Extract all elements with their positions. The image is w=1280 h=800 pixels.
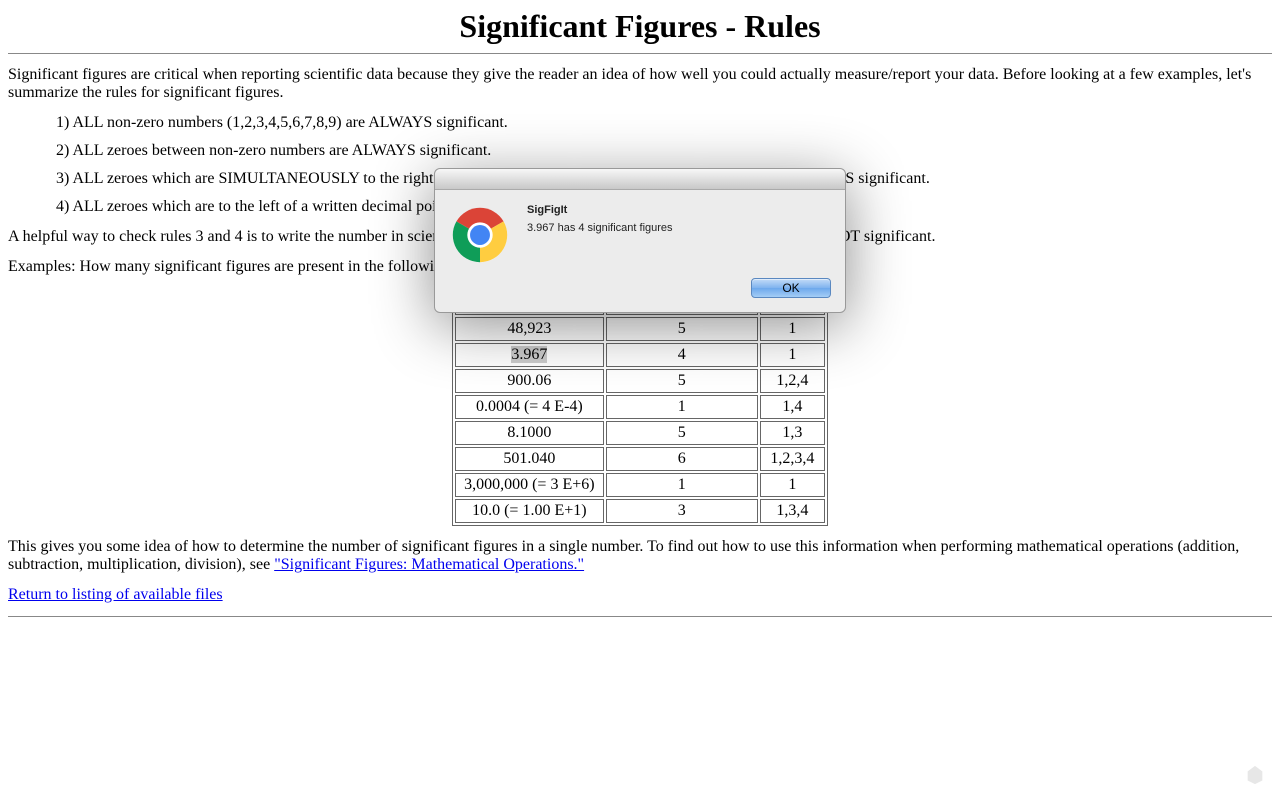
table-cell-rules: 1,3 (760, 421, 825, 445)
table-cell-sigfigs: 5 (606, 369, 758, 393)
dialog-text: SigFigIt 3.967 has 4 significant figures (527, 204, 829, 264)
alert-dialog: SigFigIt 3.967 has 4 significant figures… (434, 168, 846, 313)
table-cell-sigfigs: 5 (606, 421, 758, 445)
divider (8, 53, 1272, 54)
table-row: 501.040 6 1,2,3,4 (455, 447, 825, 471)
sigfigs-table: Number # Significant Figures Rule(s) 48,… (452, 288, 828, 526)
divider (8, 616, 1272, 617)
table-cell-rules: 1,2,4 (760, 369, 825, 393)
table-cell-sigfigs: 3 (606, 499, 758, 523)
dialog-titlebar (435, 169, 845, 190)
table-row: 10.0 (= 1.00 E+1) 3 1,3,4 (455, 499, 825, 523)
table-cell-sigfigs: 6 (606, 447, 758, 471)
table-cell-number: 501.040 (455, 447, 603, 471)
table-cell-rules: 1,4 (760, 395, 825, 419)
chrome-icon (451, 206, 509, 264)
return-link[interactable]: Return to listing of available files (8, 586, 223, 603)
dialog-buttons: OK (435, 274, 845, 312)
page-title: Significant Figures - Rules (8, 8, 1272, 45)
table-row: 8.1000 5 1,3 (455, 421, 825, 445)
rule-item: 2) ALL zeroes between non-zero numbers a… (56, 142, 1272, 160)
closing-text: This gives you some idea of how to deter… (8, 538, 1239, 573)
table-cell-rules: 1,3,4 (760, 499, 825, 523)
intro-paragraph: Significant figures are critical when re… (8, 66, 1272, 102)
table-cell-sigfigs: 1 (606, 395, 758, 419)
table-cell-number: 10.0 (= 1.00 E+1) (455, 499, 603, 523)
ok-button[interactable]: OK (751, 278, 831, 298)
table-row: 3,000,000 (= 3 E+6) 1 1 (455, 473, 825, 497)
math-operations-link[interactable]: "Significant Figures: Mathematical Opera… (274, 556, 584, 573)
table-row: 900.06 5 1,2,4 (455, 369, 825, 393)
table-cell-rules: 1 (760, 473, 825, 497)
evernote-clipper-icon[interactable] (1244, 764, 1266, 786)
dialog-message: 3.967 has 4 significant figures (527, 222, 829, 234)
rule-item: 1) ALL non-zero numbers (1,2,3,4,5,6,7,8… (56, 114, 1272, 132)
table-cell-number: 3,000,000 (= 3 E+6) (455, 473, 603, 497)
table-cell-sigfigs: 5 (606, 317, 758, 341)
table-cell-rules: 1 (760, 317, 825, 341)
table-cell-number: 900.06 (455, 369, 603, 393)
table-cell-rules: 1,2,3,4 (760, 447, 825, 471)
table-cell-number: 8.1000 (455, 421, 603, 445)
table-cell-number: 0.0004 (= 4 E-4) (455, 395, 603, 419)
table-row: 3.967 4 1 (455, 343, 825, 367)
table-cell-sigfigs: 1 (606, 473, 758, 497)
table-cell-sigfigs: 4 (606, 343, 758, 367)
table-row: 0.0004 (= 4 E-4) 1 1,4 (455, 395, 825, 419)
table-row: 48,923 5 1 (455, 317, 825, 341)
dialog-body: SigFigIt 3.967 has 4 significant figures (435, 190, 845, 274)
table-cell-rules: 1 (760, 343, 825, 367)
closing-paragraph: This gives you some idea of how to deter… (8, 538, 1272, 574)
highlighted-number: 3.967 (511, 346, 547, 363)
table-cell-number: 48,923 (455, 317, 603, 341)
dialog-app-name: SigFigIt (527, 204, 829, 216)
table-cell-number: 3.967 (455, 343, 603, 367)
